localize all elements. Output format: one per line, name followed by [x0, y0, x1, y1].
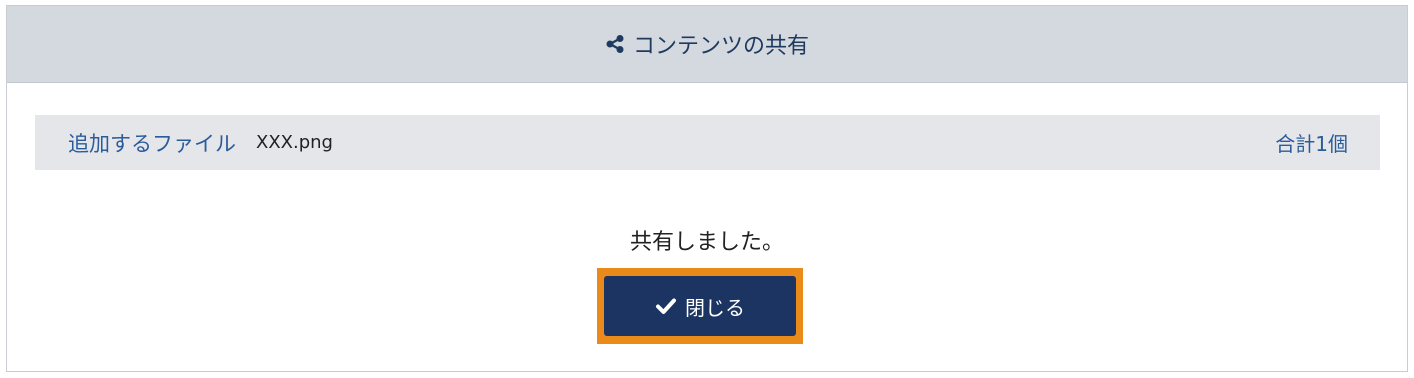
file-total-count: 合計1個: [1275, 132, 1348, 156]
share-icon: [605, 34, 625, 54]
status-message: 共有しました。: [629, 230, 784, 255]
close-button-focus-ring: 閉じる: [597, 268, 803, 344]
dialog-title: コンテンツの共有: [632, 34, 809, 59]
file-info-bar: 追加するファイル XXX.png 合計1個: [35, 115, 1380, 170]
file-label: 追加するファイル: [68, 131, 236, 156]
check-icon: [655, 295, 677, 317]
close-button-label: 閉じる: [685, 295, 745, 320]
file-name: XXX.png: [256, 132, 333, 153]
close-button[interactable]: 閉じる: [604, 276, 796, 336]
dialog-header: コンテンツの共有: [7, 6, 1407, 83]
